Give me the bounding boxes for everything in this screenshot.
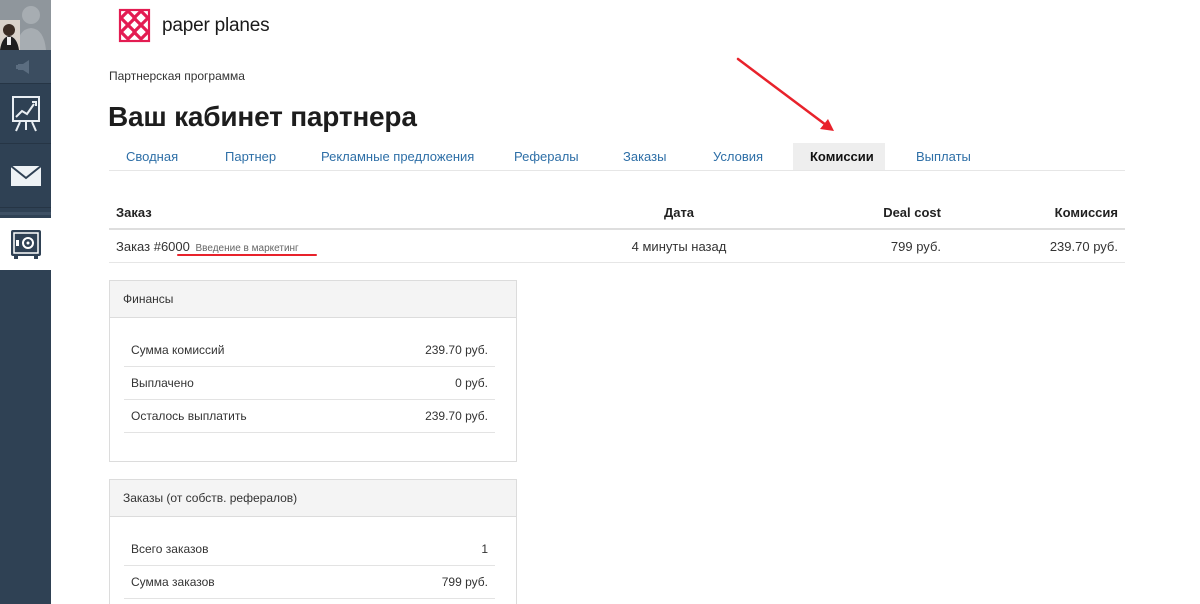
breadcrumb[interactable]: Партнерская программа bbox=[109, 69, 245, 83]
chart-board-icon[interactable] bbox=[0, 84, 51, 144]
order-deal-cost: 799 руб. bbox=[890, 239, 941, 254]
annotation-underline bbox=[177, 254, 317, 256]
tab-summary[interactable]: Сводная bbox=[109, 143, 195, 170]
orders-summary-value: 1 bbox=[481, 542, 488, 556]
orders-summary-value: 799 руб. bbox=[441, 575, 488, 589]
orders-summary-panel: Заказы (от собств. рефералов) Всего зака… bbox=[109, 479, 517, 604]
sidebar-divider bbox=[0, 212, 51, 215]
orders-summary-row: Всего заказов 1 bbox=[124, 533, 495, 566]
finance-row: Осталось выплатить 239.70 руб. bbox=[124, 400, 495, 433]
order-date: 4 минуты назад bbox=[631, 239, 727, 254]
finance-panel-title: Финансы bbox=[110, 281, 516, 318]
finance-panel: Финансы Сумма комиссий 239.70 руб. Выпла… bbox=[109, 280, 517, 462]
tab-payouts[interactable]: Выплаты bbox=[899, 143, 988, 170]
brand-logo[interactable]: paper planes bbox=[118, 8, 270, 44]
finance-row-label: Сумма комиссий bbox=[131, 343, 225, 357]
user-avatar-icon[interactable] bbox=[0, 0, 51, 50]
column-header-commission: Комиссия bbox=[1054, 205, 1118, 220]
finance-row-value: 239.70 руб. bbox=[425, 343, 488, 357]
tab-commissions[interactable]: Комиссии bbox=[793, 143, 885, 170]
volume-icon[interactable] bbox=[0, 50, 51, 84]
annotation-arrow-icon bbox=[736, 57, 834, 131]
tab-partner[interactable]: Партнер bbox=[208, 143, 293, 170]
tab-ad-offers[interactable]: Рекламные предложения bbox=[304, 143, 491, 170]
brand-name: paper planes bbox=[162, 15, 270, 36]
finance-row: Выплачено 0 руб. bbox=[124, 367, 495, 400]
mail-icon[interactable] bbox=[0, 144, 51, 208]
order-cell: Заказ #6000 Введение в маркетинг bbox=[116, 230, 299, 265]
tab-bar: Сводная Партнер Рекламные предложения Ре… bbox=[109, 143, 1125, 171]
orders-summary-label: Всего заказов bbox=[131, 542, 209, 556]
column-header-order: Заказ bbox=[116, 205, 152, 220]
table-header: Заказ Дата Deal cost Комиссия bbox=[109, 196, 1125, 230]
finance-row-label: Выплачено bbox=[131, 376, 194, 390]
order-link[interactable]: Заказ #6000 bbox=[116, 239, 190, 254]
tab-orders[interactable]: Заказы bbox=[606, 143, 683, 170]
paper-planes-logo-icon bbox=[118, 8, 151, 43]
orders-summary-label: Сумма заказов bbox=[131, 575, 215, 589]
left-sidebar bbox=[0, 0, 51, 604]
tab-referrals[interactable]: Рефералы bbox=[497, 143, 596, 170]
commissions-table: Заказ Дата Deal cost Комиссия Заказ #600… bbox=[109, 196, 1125, 263]
finance-row-value: 239.70 руб. bbox=[425, 409, 488, 423]
column-header-date: Дата bbox=[663, 205, 695, 220]
finance-row-label: Осталось выплатить bbox=[131, 409, 247, 423]
finance-row: Сумма комиссий 239.70 руб. bbox=[124, 334, 495, 367]
orders-summary-title: Заказы (от собств. рефералов) bbox=[110, 480, 516, 517]
table-row: Заказ #6000 Введение в маркетинг 4 минут… bbox=[109, 230, 1125, 263]
tab-conditions[interactable]: Условия bbox=[696, 143, 780, 170]
column-header-deal-cost: Deal cost bbox=[883, 205, 941, 220]
page-title: Ваш кабинет партнера bbox=[108, 101, 417, 132]
finance-row-value: 0 руб. bbox=[455, 376, 488, 390]
order-product-name: Введение в маркетинг bbox=[195, 243, 299, 254]
orders-summary-row: Сумма заказов 799 руб. bbox=[124, 566, 495, 599]
safe-icon[interactable] bbox=[0, 218, 51, 270]
order-commission: 239.70 руб. bbox=[1049, 239, 1118, 254]
